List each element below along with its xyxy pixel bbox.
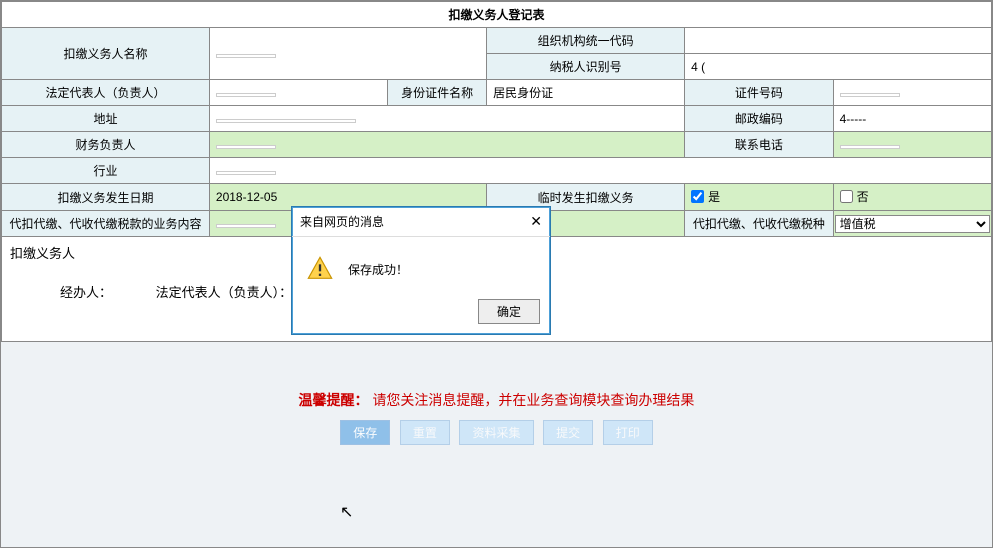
industry-value[interactable] (209, 158, 991, 184)
legal-rep-value[interactable] (209, 80, 387, 106)
tax-type-select[interactable]: 增值税 (835, 215, 990, 233)
temp-no-cell[interactable]: 否 (833, 184, 991, 211)
temp-yes-cell[interactable]: 是 (685, 184, 834, 211)
org-code-value[interactable] (685, 28, 992, 54)
reset-button[interactable]: 重置 (400, 420, 450, 445)
collect-button[interactable]: 资料采集 (459, 420, 533, 445)
handler-label: 经办人： (60, 285, 112, 300)
address-value[interactable] (209, 106, 684, 132)
checkbox-label: 是 (708, 188, 720, 205)
field-label: 代扣代缴、代收代缴税种 (685, 211, 834, 237)
button-row: 保存 重置 资料采集 提交 打印 (1, 420, 992, 445)
field-label: 法定代表人（负责人） (2, 80, 210, 106)
field-label: 行业 (2, 158, 210, 184)
submit-button[interactable]: 提交 (543, 420, 593, 445)
temp-yes-checkbox[interactable] (691, 190, 704, 203)
field-label: 扣缴义务人名称 (2, 28, 210, 80)
dialog-title: 来自网页的消息 (300, 213, 384, 230)
agent-name-value[interactable] (209, 28, 486, 80)
postcode-value[interactable]: 4----- (833, 106, 991, 132)
save-button[interactable]: 保存 (340, 420, 390, 445)
registration-form-table: 扣缴义务人登记表 扣缴义务人名称 组织机构统一代码 纳税人识别号 4 ( 法定代… (1, 1, 992, 237)
checkbox-label: 否 (857, 188, 869, 205)
id-type-value: 居民身份证 (487, 80, 685, 106)
field-label: 身份证件名称 (388, 80, 487, 106)
field-label: 代扣代缴、代收代缴税款的业务内容 (2, 211, 210, 237)
temp-no-checkbox[interactable] (840, 190, 853, 203)
field-label: 地址 (2, 106, 210, 132)
warning-icon (306, 255, 334, 283)
print-button[interactable]: 打印 (603, 420, 653, 445)
ok-button[interactable]: 确定 (478, 299, 540, 324)
field-label: 证件号码 (685, 80, 834, 106)
dialog-message: 保存成功！ (348, 261, 408, 278)
finance-value[interactable] (209, 132, 684, 158)
taxpayer-id-value[interactable]: 4 ( (685, 54, 992, 80)
field-label: 财务负责人 (2, 132, 210, 158)
reminder-text: 温馨提醒： 请您关注消息提醒，并在业务查询模块查询办理结果 (1, 390, 992, 410)
field-label: 邮政编码 (685, 106, 834, 132)
legal-signer-label: 法定代表人（负责人）： (156, 285, 293, 300)
field-label: 扣缴义务发生日期 (2, 184, 210, 211)
id-no-value[interactable] (833, 80, 991, 106)
page-title: 扣缴义务人登记表 (2, 2, 992, 28)
field-label: 组织机构统一代码 (487, 28, 685, 54)
alert-dialog: 来自网页的消息 ✕ 保存成功！ 确定 (291, 206, 551, 335)
field-label: 纳税人识别号 (487, 54, 685, 80)
field-label: 联系电话 (685, 132, 834, 158)
close-icon[interactable]: ✕ (530, 213, 542, 230)
phone-value[interactable] (833, 132, 991, 158)
